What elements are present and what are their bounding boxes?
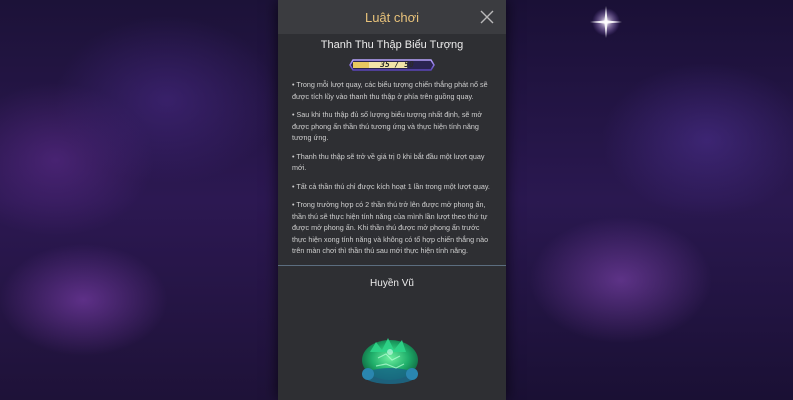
sparkle-star-icon	[590, 6, 622, 38]
rules-list: • Trong mỗi lượt quay, các biểu tượng ch…	[278, 71, 506, 257]
rule-item: • Trong trường hợp có 2 thần thú trở lên…	[292, 200, 489, 255]
rule-item: • Sau khi thu thập đủ số lượng biểu tượn…	[292, 110, 483, 142]
dialog-header: Luật chơi	[278, 0, 506, 34]
rule-item: • Trong mỗi lượt quay, các biểu tượng ch…	[292, 80, 488, 101]
rule-item: • Thanh thu thập sẽ trở về giá trị 0 khi…	[292, 151, 485, 173]
section-title: Thanh Thu Thập Biểu Tượng	[320, 39, 464, 51]
background-nebula-left	[0, 0, 278, 400]
dialog-title: Luật chơi	[364, 9, 420, 25]
background-nebula-right	[506, 0, 793, 400]
pet-name: Huyền Vũ	[370, 277, 414, 289]
collection-progress-bar: 35 / 50	[349, 59, 435, 71]
close-icon[interactable]	[480, 10, 494, 24]
rule-item: • Tất cả thần thú chỉ được kích hoạt 1 l…	[292, 181, 490, 191]
section-divider	[278, 264, 506, 266]
huyen-vu-turtle-image	[362, 338, 418, 384]
progress-label: 35 / 50	[380, 60, 414, 69]
